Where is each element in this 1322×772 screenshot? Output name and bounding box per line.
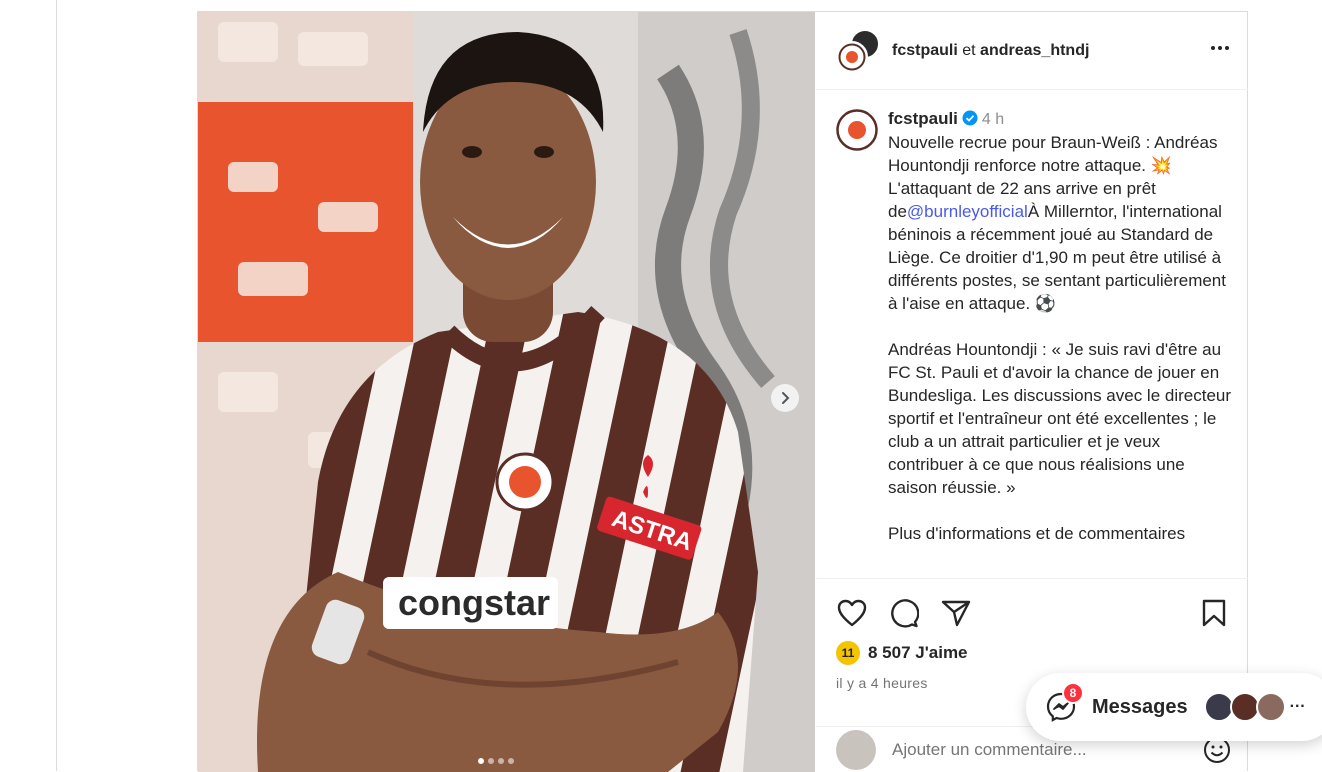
messages-widget[interactable]: 8 Messages ···: [1026, 673, 1322, 741]
bookmark-icon: [1202, 599, 1226, 627]
carousel-dot[interactable]: [478, 758, 484, 764]
message-avatar: [1255, 692, 1286, 722]
caption-time[interactable]: 4 h: [982, 111, 1004, 128]
chevron-right-icon: [782, 392, 790, 404]
send-icon: [941, 600, 971, 627]
caption-quote-paragraph: Andréas Hountondji : « Je suis ravi d'êt…: [888, 340, 1232, 497]
save-button[interactable]: [1198, 597, 1230, 629]
messages-more: ···: [1289, 698, 1306, 715]
club-crest-icon: [836, 109, 878, 151]
caption-body: fcstpauli 4 h Nouvelle recrue pour Braun-…: [888, 107, 1232, 578]
carousel-dot[interactable]: [498, 758, 504, 764]
club-crest-icon: [838, 43, 866, 70]
post-header-names: fcstpauli et andreas_htndj: [892, 42, 1208, 60]
messages-badge: 8: [1062, 682, 1084, 704]
header-connector: et: [962, 41, 976, 59]
carousel-next-button[interactable]: [771, 384, 799, 412]
author-avatar[interactable]: [836, 40, 868, 73]
post-media[interactable]: congstar ASTRA: [198, 12, 815, 772]
collab-avatars[interactable]: [836, 28, 880, 73]
post-sidebar: fcstpauli et andreas_htndj fcstpauli 4 h…: [816, 12, 1248, 772]
more-horizontal-icon: [1211, 45, 1229, 50]
messenger-icon-wrap: 8: [1046, 682, 1084, 722]
jersey-sponsor-text: congstar: [398, 582, 550, 623]
caption-truncated-paragraph: Plus d'informations et de commentaires: [888, 524, 1186, 543]
messages-label: Messages: [1092, 695, 1188, 718]
caption-paragraph: fcstpauli 4 h Nouvelle recrue pour Braun-…: [888, 107, 1232, 315]
verified-badge-icon: [962, 110, 978, 126]
likes-row[interactable]: 11 8 507 J'aime: [836, 641, 1230, 665]
likes-count[interactable]: 8 507 J'aime: [868, 643, 968, 663]
post-header: fcstpauli et andreas_htndj: [816, 12, 1248, 90]
like-button[interactable]: [836, 597, 868, 629]
heart-icon: [837, 599, 867, 627]
comment-icon: [891, 599, 919, 628]
left-navigation-rail: [0, 0, 57, 771]
author-username[interactable]: fcstpauli: [892, 42, 958, 59]
caption-area: fcstpauli 4 h Nouvelle recrue pour Braun-…: [816, 91, 1248, 578]
caption-avatar[interactable]: [836, 109, 878, 151]
carousel-dot[interactable]: [488, 758, 494, 764]
liker-avatar[interactable]: 11: [836, 641, 860, 665]
more-options-button[interactable]: [1208, 36, 1232, 66]
share-button[interactable]: [940, 597, 972, 629]
comment-input[interactable]: [892, 739, 1202, 760]
carousel-dot[interactable]: [508, 758, 514, 764]
caption-username[interactable]: fcstpauli: [888, 109, 958, 128]
comment-button[interactable]: [888, 597, 920, 629]
action-bar: [836, 597, 1230, 629]
caption-mention-link[interactable]: @burnleyofficial: [907, 202, 1028, 221]
current-user-avatar: [836, 729, 876, 770]
collaborator-username[interactable]: andreas_htndj: [980, 42, 1089, 59]
messages-avatars: [1203, 692, 1286, 722]
player-photo: congstar ASTRA: [198, 12, 815, 772]
carousel-dots: [478, 758, 514, 764]
instagram-post: congstar ASTRA fcstpauli et andreas_htnd…: [197, 11, 1248, 772]
